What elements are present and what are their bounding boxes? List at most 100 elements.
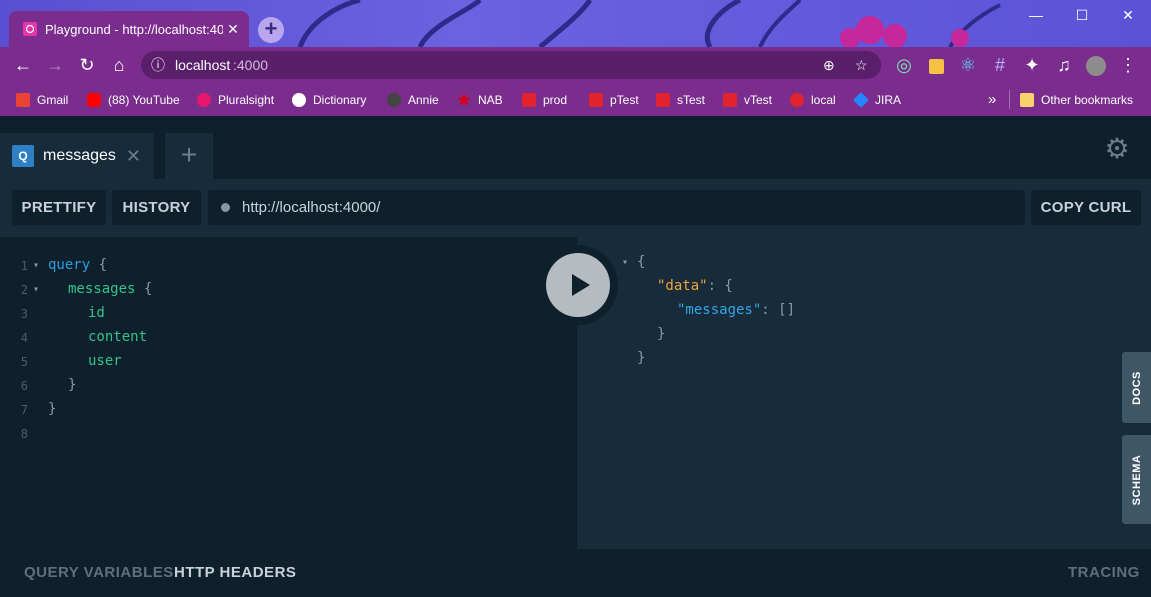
json-token: : { — [707, 278, 733, 294]
line-number: 2 — [20, 283, 28, 297]
other-bookmarks-label: Other bookmarks — [1041, 92, 1134, 107]
line-number: 1 — [20, 259, 28, 273]
bookmark-nab[interactable]: NAB — [457, 83, 503, 116]
forward-arrow-icon[interactable]: → — [41, 47, 69, 83]
maximize-button[interactable]: ☐ — [1059, 0, 1105, 30]
media-queue-icon[interactable]: ♫ — [1050, 47, 1078, 83]
google-icon — [292, 92, 306, 107]
fold-toggle-icon[interactable]: ▾ — [33, 260, 39, 271]
zoom-icon[interactable]: ⊕ — [823, 51, 835, 79]
minimize-button[interactable]: — — [1013, 0, 1059, 30]
http-headers-tab[interactable]: HTTP HEADERS — [174, 564, 296, 581]
graphql-playground: Q messages ✕ + ⚙ PRETTIFY HISTORY http:/… — [0, 116, 1151, 597]
pluralsight-icon — [197, 92, 211, 107]
history-button[interactable]: HISTORY — [112, 190, 201, 225]
code-token: } — [48, 401, 57, 417]
bookmark-label: Dictionary — [313, 92, 367, 107]
query-variables-tab[interactable]: QUERY VARIABLES — [24, 564, 174, 581]
json-token: { — [637, 254, 646, 270]
extensions-puzzle-icon[interactable]: ✦ — [1018, 47, 1046, 83]
profile-avatar[interactable] — [1082, 47, 1110, 83]
star-icon[interactable]: ☆ — [855, 51, 868, 79]
browser-tab-title: Playground - http://localhost:4000 — [45, 21, 223, 37]
bookmark-label: prod — [543, 92, 568, 107]
bookmark-jira[interactable]: JIRA — [853, 83, 902, 116]
bookmark-gmail[interactable]: Gmail — [16, 83, 68, 116]
copy-curl-button[interactable]: COPY CURL — [1031, 190, 1141, 225]
bookmarks-overflow-icon[interactable]: » — [988, 83, 996, 116]
line-number: 8 — [20, 427, 28, 441]
bookmark-label: Annie — [408, 92, 439, 107]
bookmark-dictionary[interactable]: Dictionary — [292, 83, 366, 116]
line-number: 3 — [20, 307, 28, 321]
json-token: } — [657, 326, 666, 342]
bookmark-label: sTest — [677, 92, 706, 107]
schema-tab[interactable]: SCHEMA — [1122, 435, 1151, 524]
home-icon[interactable]: ⌂ — [105, 47, 133, 83]
bookmark-local[interactable]: local — [790, 83, 836, 116]
code-token: } — [68, 377, 77, 393]
youtube-icon — [87, 92, 101, 107]
bookmark-label: JIRA — [875, 92, 902, 107]
tracing-tab[interactable]: TRACING — [1068, 564, 1140, 581]
close-tab-icon[interactable]: ✕ — [126, 146, 141, 167]
prettify-button[interactable]: PRETTIFY — [12, 190, 106, 225]
line-number: 5 — [20, 355, 28, 369]
bottom-panel-bar: QUERY VARIABLES HTTP HEADERS TRACING — [0, 549, 1151, 597]
info-icon[interactable]: ⓘ — [151, 51, 165, 79]
new-tab-button[interactable]: + — [258, 17, 284, 43]
docs-label: DOCS — [1130, 370, 1143, 405]
reload-icon[interactable]: ↻ — [73, 47, 101, 83]
session-tab[interactable]: Q messages ✕ — [0, 133, 154, 179]
url-port: :4000 — [233, 57, 269, 73]
code-token: query — [48, 257, 91, 273]
react-devtools-icon[interactable]: ⚛ — [954, 47, 982, 83]
extension-circle-icon[interactable]: ◎ — [890, 47, 918, 83]
red-app-icon — [790, 92, 804, 107]
bookmark-youtube[interactable]: (88) YouTube — [87, 83, 180, 116]
endpoint-url: http://localhost:4000/ — [242, 199, 381, 216]
add-tab-icon[interactable]: + — [165, 133, 213, 179]
bookmark-annie[interactable]: Annie — [387, 83, 439, 116]
fold-toggle-icon[interactable]: ▾ — [622, 257, 628, 268]
address-bar[interactable]: ⓘ localhost :4000 ⊕ ☆ — [141, 51, 881, 79]
bookmark-vtest[interactable]: vTest — [723, 83, 772, 116]
red-app-icon — [656, 92, 670, 107]
url-host: localhost — [175, 57, 231, 73]
bookmark-label: Pluralsight — [218, 92, 275, 107]
query-editor[interactable]: 1 ▾ query {2 ▾ messages {3 id 4 content 5 user 6} 7… — [0, 237, 577, 549]
json-token: : [] — [761, 302, 796, 318]
back-arrow-icon[interactable]: ← — [9, 47, 37, 83]
bookmark-label: Gmail — [37, 92, 69, 107]
fold-toggle-icon[interactable]: ▾ — [33, 284, 39, 295]
bookmark-pluralsight[interactable]: Pluralsight — [197, 83, 274, 116]
settings-gear-icon[interactable]: ⚙ — [1102, 134, 1132, 164]
play-icon — [572, 274, 590, 296]
close-tab-icon[interactable]: ✕ — [223, 21, 243, 38]
endpoint-input[interactable]: http://localhost:4000/ — [208, 190, 1025, 225]
extension-notes-icon[interactable] — [922, 47, 950, 83]
bookmark-label: vTest — [744, 92, 773, 107]
bookmarks-divider — [1009, 90, 1010, 109]
red-app-icon — [522, 92, 536, 107]
bookmark-prod[interactable]: prod — [522, 83, 567, 116]
other-bookmarks[interactable]: Other bookmarks — [1020, 83, 1133, 116]
line-number: 7 — [20, 403, 28, 417]
extension-grid-icon[interactable]: # — [986, 47, 1014, 83]
bookmark-ptest[interactable]: pTest — [589, 83, 639, 116]
bookmark-stest[interactable]: sTest — [656, 83, 705, 116]
browser-tab-active[interactable]: Playground - http://localhost:4000 ✕ — [9, 11, 249, 47]
bookmark-label: NAB — [478, 92, 503, 107]
close-window-button[interactable]: ✕ — [1105, 0, 1151, 30]
browser-menu-icon[interactable]: ⋮ — [1114, 47, 1142, 83]
bookmarks-bar: Gmail (88) YouTube Pluralsight Dictionar… — [0, 83, 1151, 116]
docs-tab[interactable]: DOCS — [1122, 352, 1151, 423]
jira-icon — [853, 91, 869, 108]
json-token: "data" — [657, 278, 708, 294]
folder-icon — [1020, 92, 1034, 107]
code-token: messages — [68, 281, 136, 297]
line-number: 6 — [20, 379, 28, 393]
execute-query-button[interactable] — [546, 253, 610, 317]
bookmark-label: pTest — [610, 92, 639, 107]
code-token: content — [88, 329, 148, 345]
